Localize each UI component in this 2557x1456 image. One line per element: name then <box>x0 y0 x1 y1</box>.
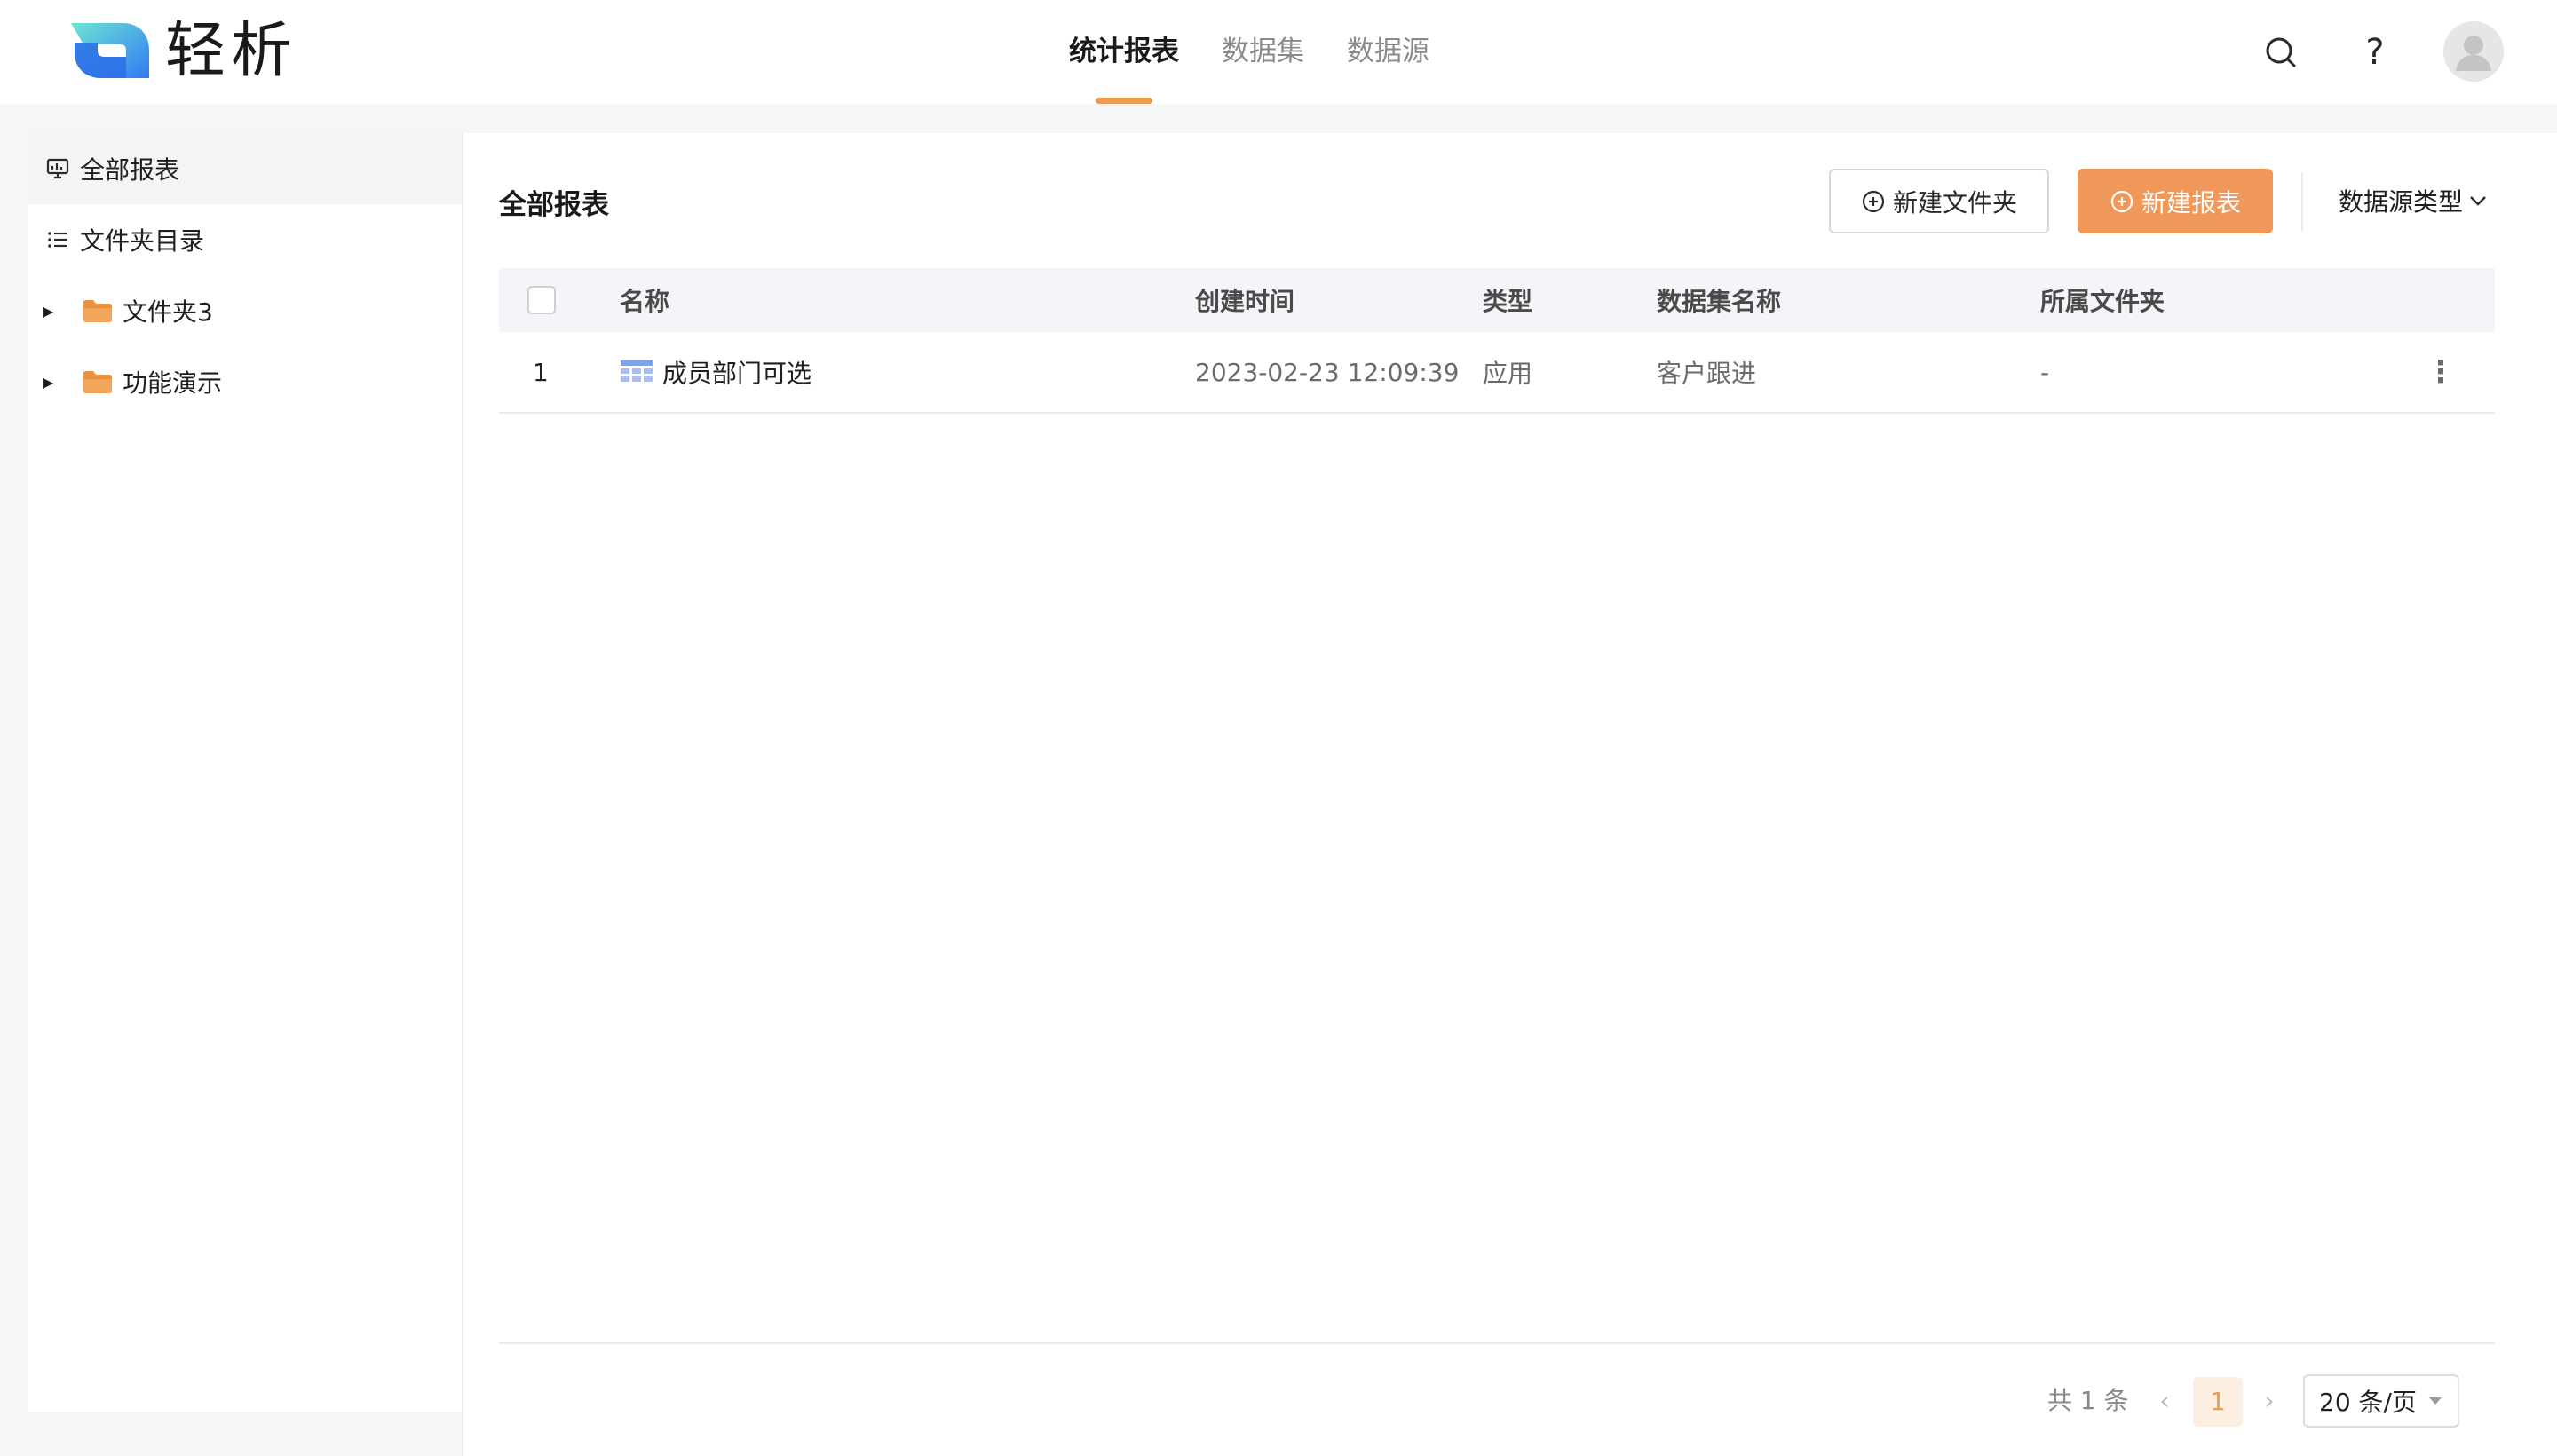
pagination: 共 1 条 ‹ 1 › 20 条/页 <box>463 1374 2557 1428</box>
top-bar: 轻析 统计报表 数据集 数据源 ? <box>0 0 2557 104</box>
app-name: 轻析 <box>165 16 297 86</box>
caret-right-icon[interactable]: ▶ <box>43 374 60 391</box>
tab-data-sources[interactable]: 数据源 <box>1326 0 1451 104</box>
sidebar-folder-item[interactable]: ▶ 功能演示 <box>28 346 462 417</box>
tab-label: 数据源 <box>1347 36 1429 67</box>
created-time-cell: 2023-02-23 12:09:39 <box>1195 357 1460 387</box>
sidebar-item-all-reports[interactable]: 全部报表 <box>28 133 462 204</box>
sidebar-item-label: 全部报表 <box>80 155 180 185</box>
table-row[interactable]: 1 成员部门可选 2023-02-23 12:09:39 应用 客户跟进 - ⋮ <box>499 332 2495 414</box>
report-name: 成员部门可选 <box>662 359 812 388</box>
row-index: 1 <box>533 357 549 387</box>
active-tab-indicator <box>1096 98 1152 104</box>
folder-icon <box>83 371 112 393</box>
tab-statistics-reports[interactable]: 统计报表 <box>1048 0 1200 104</box>
button-label: 新建文件夹 <box>1892 187 2017 218</box>
more-actions-icon[interactable]: ⋮ <box>2426 332 2456 412</box>
select-all-checkbox[interactable] <box>527 286 556 314</box>
new-report-button[interactable]: 新建报表 <box>2078 169 2273 233</box>
plus-circle-icon <box>2110 190 2133 212</box>
page-size-select[interactable]: 20 条/页 <box>2303 1374 2459 1428</box>
table-header: 名称 创建时间 类型 数据集名称 所属文件夹 <box>499 268 2495 332</box>
sidebar-item-folder-directory[interactable]: 文件夹目录 <box>28 204 462 275</box>
sidebar: 全部报表 文件夹目录 ▶ 文件夹3 ▶ 功能演示 <box>28 133 462 1412</box>
chevron-down-icon <box>2470 196 2486 206</box>
main-nav: 统计报表 数据集 数据源 <box>1048 0 1451 104</box>
report-board-icon <box>44 155 71 182</box>
new-folder-button[interactable]: 新建文件夹 <box>1829 169 2049 233</box>
list-icon <box>44 226 71 253</box>
folder-label: 文件夹3 <box>123 297 213 327</box>
plus-circle-icon <box>1862 190 1885 212</box>
toolbar-divider <box>2301 172 2303 231</box>
prev-page-icon[interactable]: ‹ <box>2149 1374 2181 1428</box>
search-icon <box>2266 37 2296 67</box>
main-panel: 全部报表 新建文件夹 新建报表 数据源类型 名称 创建时间 类型 数据集名称 所… <box>462 133 2557 1456</box>
caret-right-icon[interactable]: ▶ <box>43 303 60 320</box>
table-report-icon <box>621 360 653 382</box>
folder-icon <box>83 300 112 322</box>
next-page-icon[interactable]: › <box>2253 1374 2285 1428</box>
sidebar-folder-item[interactable]: ▶ 文件夹3 <box>28 275 462 346</box>
help-button[interactable]: ? <box>2353 30 2397 75</box>
data-source-type-filter[interactable]: 数据源类型 <box>2339 174 2490 227</box>
page-size-label: 20 条/页 <box>2319 1388 2417 1417</box>
report-name-cell[interactable]: 成员部门可选 <box>620 332 811 412</box>
page-number-current[interactable]: 1 <box>2193 1377 2243 1427</box>
logo-icon <box>71 23 149 78</box>
page-title: 全部报表 <box>499 189 609 221</box>
app-logo[interactable]: 轻析 <box>67 20 297 83</box>
sidebar-item-label: 文件夹目录 <box>80 226 205 256</box>
search-button[interactable] <box>2259 30 2303 75</box>
column-header-folder[interactable]: 所属文件夹 <box>2040 268 2165 332</box>
column-header-created[interactable]: 创建时间 <box>1195 268 1294 332</box>
help-icon: ? <box>2365 32 2385 73</box>
folder-label: 功能演示 <box>123 368 223 398</box>
pagination-total: 共 1 条 <box>2047 1386 2129 1415</box>
user-icon <box>2456 36 2491 71</box>
reports-table: 名称 创建时间 类型 数据集名称 所属文件夹 1 成员部门可选 2023-02-… <box>499 268 2495 414</box>
tab-label: 统计报表 <box>1069 36 1179 67</box>
filter-label: 数据源类型 <box>2339 187 2464 217</box>
tab-datasets[interactable]: 数据集 <box>1200 0 1326 104</box>
caret-down-icon <box>2428 1397 2442 1405</box>
table-bottom-divider <box>499 1342 2495 1344</box>
folder-cell: - <box>2040 357 2050 387</box>
button-label: 新建报表 <box>2141 187 2241 218</box>
column-header-name[interactable]: 名称 <box>620 268 669 332</box>
select-all-cell <box>527 268 556 332</box>
user-avatar[interactable] <box>2443 21 2504 82</box>
tab-label: 数据集 <box>1222 36 1304 67</box>
dataset-cell: 客户跟进 <box>1657 359 1757 388</box>
column-header-type[interactable]: 类型 <box>1483 268 1532 332</box>
column-header-dataset[interactable]: 数据集名称 <box>1657 268 1781 332</box>
type-cell: 应用 <box>1483 359 1533 388</box>
